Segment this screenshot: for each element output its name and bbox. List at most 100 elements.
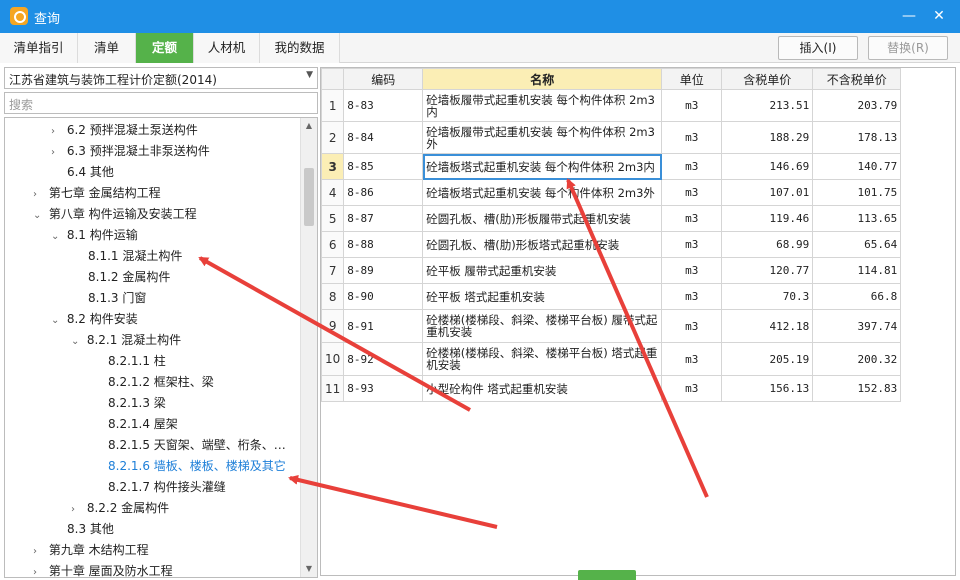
cell-notax-price[interactable]: 397.74: [812, 309, 902, 343]
tab-labor-materials[interactable]: 人材机: [194, 33, 260, 63]
collapse-arrow-icon[interactable]: ⌄: [71, 331, 83, 352]
cell-unit[interactable]: m3: [661, 153, 723, 180]
tree-node[interactable]: ⌄ 8.2 构件安装: [51, 309, 138, 330]
cell-notax-price[interactable]: 140.77: [812, 153, 902, 180]
table-row[interactable]: 9 8-91 砼楼梯(楼梯段、斜梁、楼梯平台板) 履带式起重机安装 m3 412…: [321, 309, 902, 343]
header-tax-price[interactable]: 含税单价: [721, 68, 814, 90]
cell-unit[interactable]: m3: [661, 342, 723, 376]
table-row[interactable]: 10 8-92 砼楼梯(楼梯段、斜梁、楼梯平台板) 塔式起重机安装 m3 205…: [321, 342, 902, 376]
cell-name[interactable]: 砼楼梯(楼梯段、斜梁、楼梯平台板) 塔式起重机安装: [422, 342, 663, 376]
cell-code[interactable]: 8-85: [343, 153, 424, 180]
tab-my-data[interactable]: 我的数据: [260, 33, 340, 63]
cell-code[interactable]: 8-91: [343, 309, 424, 343]
tree-node[interactable]: 8.3 其他: [67, 519, 114, 540]
tree-node[interactable]: 8.2.1.7 构件接头灌缝: [108, 477, 226, 498]
cell-notax-price[interactable]: 178.13: [812, 121, 902, 154]
cell-tax-price[interactable]: 205.19: [721, 342, 814, 376]
cell-code[interactable]: 8-93: [343, 375, 424, 402]
tree-node[interactable]: 8.1.1 混凝土构件: [88, 246, 182, 267]
replace-button[interactable]: 替换(R): [868, 36, 948, 60]
table-row-current[interactable]: 3 8-85 砼墙板塔式起重机安装 每个构件体积 2m3内 m3 146.69 …: [321, 153, 902, 180]
cell-code[interactable]: 8-84: [343, 121, 424, 154]
cell-code[interactable]: 8-92: [343, 342, 424, 376]
cell-name[interactable]: 小型砼构件 塔式起重机安装: [422, 375, 663, 402]
scrollbar-thumb[interactable]: [304, 168, 314, 226]
cell-unit[interactable]: m3: [661, 257, 723, 284]
collapse-arrow-icon[interactable]: ⌄: [51, 226, 63, 247]
cell-name[interactable]: 砼墙板履带式起重机安装 每个构件体积 2m3内: [422, 89, 663, 122]
tree-node[interactable]: 6.4 其他: [67, 162, 114, 183]
table-row[interactable]: 8 8-90 砼平板 塔式起重机安装 m3 70.3 66.8: [321, 283, 902, 310]
expand-arrow-icon[interactable]: ›: [51, 121, 63, 142]
table-row[interactable]: 7 8-89 砼平板 履带式起重机安装 m3 120.77 114.81: [321, 257, 902, 284]
cell-notax-price[interactable]: 101.75: [812, 179, 902, 206]
cell-name[interactable]: 砼楼梯(楼梯段、斜梁、楼梯平台板) 履带式起重机安装: [422, 309, 663, 343]
insert-button[interactable]: 插入(I): [778, 36, 858, 60]
header-notax-price[interactable]: 不含税单价: [812, 68, 902, 90]
expand-arrow-icon[interactable]: ›: [71, 499, 83, 520]
table-row[interactable]: 5 8-87 砼圆孔板、槽(肋)形板履带式起重机安装 m3 119.46 113…: [321, 205, 902, 232]
quota-library-dropdown[interactable]: 江苏省建筑与装饰工程计价定额(2014) ▼: [4, 67, 318, 89]
cell-notax-price[interactable]: 114.81: [812, 257, 902, 284]
table-row[interactable]: 4 8-86 砼墙板塔式起重机安装 每个构件体积 2m3外 m3 107.01 …: [321, 179, 902, 206]
tab-quota[interactable]: 定额: [136, 33, 194, 63]
expand-arrow-icon[interactable]: ›: [33, 184, 45, 205]
minimize-button[interactable]: —: [898, 6, 920, 26]
cell-name[interactable]: 砼圆孔板、槽(肋)形板履带式起重机安装: [422, 205, 663, 232]
cell-code[interactable]: 8-90: [343, 283, 424, 310]
cell-tax-price[interactable]: 146.69: [721, 153, 814, 180]
header-code[interactable]: 编码: [343, 68, 424, 90]
table-row[interactable]: 11 8-93 小型砼构件 塔式起重机安装 m3 156.13 152.83: [321, 375, 902, 402]
tree-node[interactable]: 8.2.1.4 屋架: [108, 414, 178, 435]
tree-node[interactable]: › 8.2.2 金属构件: [71, 498, 169, 519]
cell-name[interactable]: 砼墙板塔式起重机安装 每个构件体积 2m3外: [422, 179, 663, 206]
cell-tax-price[interactable]: 70.3: [721, 283, 814, 310]
cell-notax-price[interactable]: 66.8: [812, 283, 902, 310]
collapse-arrow-icon[interactable]: ⌄: [33, 205, 45, 226]
tree-node[interactable]: 8.2.1.2 框架柱、梁: [108, 372, 214, 393]
collapse-arrow-icon[interactable]: ⌄: [51, 310, 63, 331]
tree-node[interactable]: › 第七章 金属结构工程: [33, 183, 161, 204]
cell-notax-price[interactable]: 152.83: [812, 375, 902, 402]
tree-node[interactable]: 8.2.1.1 柱: [108, 351, 166, 372]
cell-notax-price[interactable]: 203.79: [812, 89, 902, 122]
chevron-down-icon[interactable]: ▼: [306, 70, 313, 80]
table-row[interactable]: 2 8-84 砼墙板履带式起重机安装 每个构件体积 2m3外 m3 188.29…: [321, 121, 902, 154]
cell-tax-price[interactable]: 120.77: [721, 257, 814, 284]
cell-code[interactable]: 8-86: [343, 179, 424, 206]
tab-list-guide[interactable]: 清单指引: [0, 33, 78, 63]
scroll-up-icon[interactable]: ▲: [301, 118, 317, 134]
expand-arrow-icon[interactable]: ›: [33, 562, 45, 577]
cell-unit[interactable]: m3: [661, 309, 723, 343]
cell-tax-price[interactable]: 213.51: [721, 89, 814, 122]
cell-tax-price[interactable]: 188.29: [721, 121, 814, 154]
tree-node[interactable]: ⌄ 8.2.1 混凝土构件: [71, 330, 181, 351]
cell-name[interactable]: 砼墙板履带式起重机安装 每个构件体积 2m3外: [422, 121, 663, 154]
cell-tax-price[interactable]: 68.99: [721, 231, 814, 258]
tree-node[interactable]: › 6.3 预拌混凝土非泵送构件: [51, 141, 210, 162]
table-row[interactable]: 6 8-88 砼圆孔板、槽(肋)形板塔式起重机安装 m3 68.99 65.64: [321, 231, 902, 258]
cell-unit[interactable]: m3: [661, 89, 723, 122]
cell-code[interactable]: 8-83: [343, 89, 424, 122]
cell-code[interactable]: 8-89: [343, 257, 424, 284]
cell-tax-price[interactable]: 156.13: [721, 375, 814, 402]
cell-tax-price[interactable]: 107.01: [721, 179, 814, 206]
cell-notax-price[interactable]: 65.64: [812, 231, 902, 258]
cell-name-selected[interactable]: 砼墙板塔式起重机安装 每个构件体积 2m3内: [422, 153, 663, 180]
tab-list[interactable]: 清单: [78, 33, 136, 63]
tree-node[interactable]: › 6.2 预拌混凝土泵送构件: [51, 120, 198, 141]
cell-tax-price[interactable]: 119.46: [721, 205, 814, 232]
tree-node[interactable]: 8.1.3 门窗: [88, 288, 146, 309]
header-unit[interactable]: 单位: [661, 68, 723, 90]
cell-notax-price[interactable]: 113.65: [812, 205, 902, 232]
expand-arrow-icon[interactable]: ›: [33, 541, 45, 562]
table-row[interactable]: 1 8-83 砼墙板履带式起重机安装 每个构件体积 2m3内 m3 213.51…: [321, 89, 902, 122]
tree-node[interactable]: ⌄ 第八章 构件运输及安装工程: [33, 204, 197, 225]
cell-unit[interactable]: m3: [661, 205, 723, 232]
cell-unit[interactable]: m3: [661, 283, 723, 310]
cell-notax-price[interactable]: 200.32: [812, 342, 902, 376]
cell-name[interactable]: 砼平板 履带式起重机安装: [422, 257, 663, 284]
cell-code[interactable]: 8-88: [343, 231, 424, 258]
tree-node[interactable]: ⌄ 8.1 构件运输: [51, 225, 138, 246]
tree-node[interactable]: › 第十章 屋面及防水工程: [33, 561, 173, 577]
